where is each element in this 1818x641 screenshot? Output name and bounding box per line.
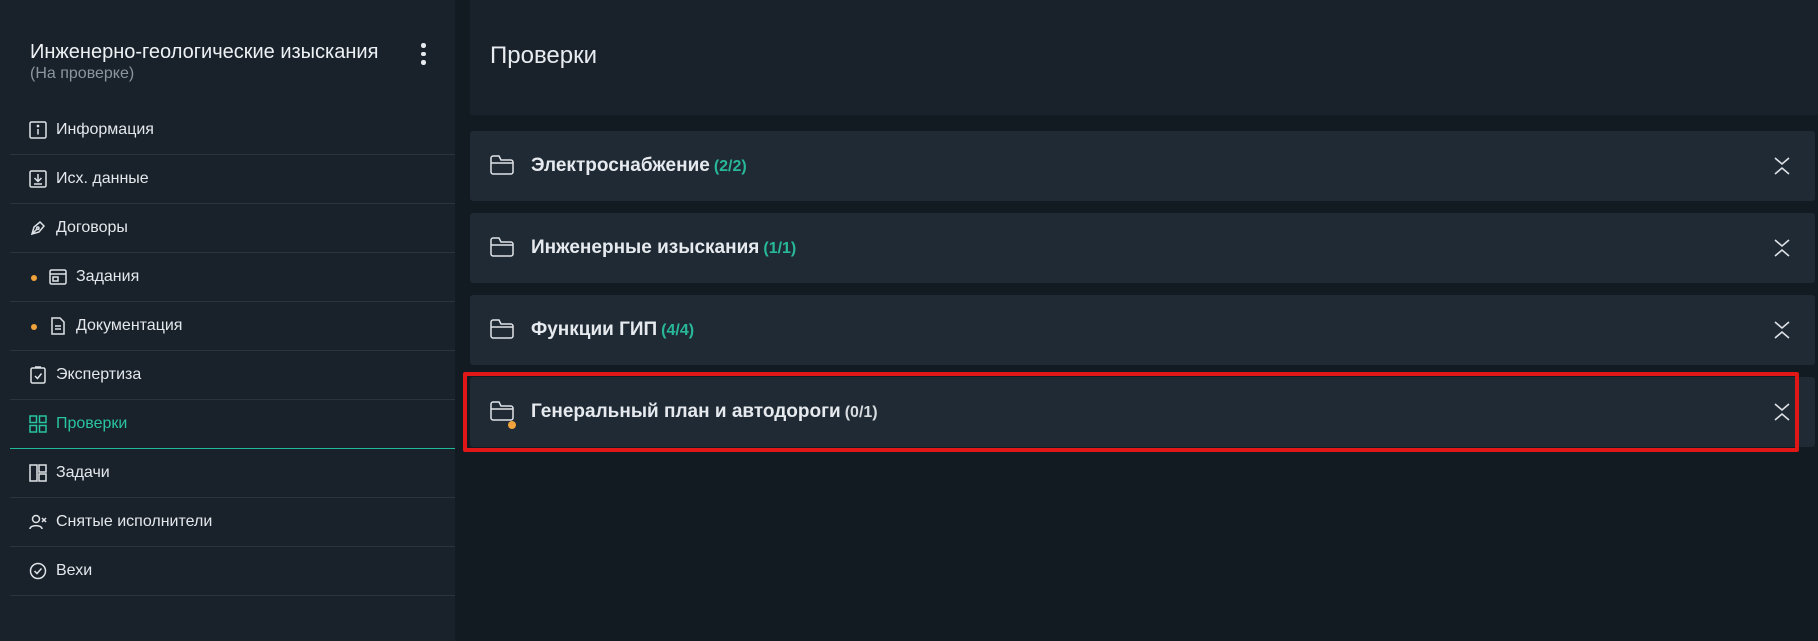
folder-icon [490,319,514,339]
collapse-toggle-icon[interactable] [1772,401,1792,423]
group-title: Генеральный план и автодороги (0/1) [531,401,878,423]
document-icon [49,317,67,335]
sidebar-item-label: Документация [76,317,183,334]
kebab-vertical-icon[interactable] [413,42,433,66]
status-dot [31,275,37,281]
sidebar-item-contracts[interactable]: Договоры [10,204,455,253]
sidebar-item-label: Исх. данные [56,170,149,187]
sidebar-item-label: Информация [56,121,154,138]
info-icon [29,121,47,139]
project-title: Инженерно-геологические изыскания [30,41,379,63]
status-dot [508,421,516,429]
kanban-icon [29,464,47,482]
collapse-toggle-icon[interactable] [1772,237,1792,259]
sidebar-item-label: Экспертиза [56,366,142,383]
sidebar-item-documentation[interactable]: Документация [10,302,455,351]
folder-icon [490,237,514,257]
sidebar-item-removed-executors[interactable]: Снятые исполнители [10,498,455,547]
group-count: (1/1) [763,240,797,257]
sidebar-item-checks[interactable]: Проверки [10,400,455,449]
group-title-text: Генеральный план и автодороги [531,401,841,422]
group-title-text: Функции ГИП [531,319,658,340]
sidebar-item-info[interactable]: Информация [10,106,455,155]
sidebar-item-label: Договоры [56,219,128,236]
status-dot [31,324,37,330]
sidebar-item-label: Задания [76,268,140,285]
group-count: (0/1) [844,404,878,421]
check-group-gip-functions[interactable]: Функции ГИП (4/4) [470,295,1815,365]
group-title: Функции ГИП (4/4) [531,319,694,341]
grid-icon [29,415,47,433]
group-title: Инженерные изыскания (1/1) [531,237,796,259]
page-title: Проверки [490,42,598,69]
sidebar-item-expertise[interactable]: Экспертиза [10,351,455,400]
sidebar: Инженерно-геологические изыскания (На пр… [0,0,455,641]
sidebar-nav: Информация Исх. данные Договоры Задания … [10,106,455,596]
app-root: Инженерно-геологические изыскания (На пр… [0,0,1818,641]
sidebar-item-tasks[interactable]: Задачи [10,449,455,498]
sidebar-item-label: Снятые исполнители [56,513,213,530]
user-remove-icon [29,513,47,531]
check-group-power-supply[interactable]: Электроснабжение (2/2) [470,131,1815,201]
page-header: Проверки [470,0,1818,115]
pen-nib-icon [29,219,47,237]
sidebar-item-label: Вехи [56,562,93,579]
clipboard-check-icon [29,366,47,384]
collapse-toggle-icon[interactable] [1772,319,1792,341]
folder-icon [490,155,514,175]
sidebar-item-source-data[interactable]: Исх. данные [10,155,455,204]
group-count: (4/4) [661,322,695,339]
sidebar-item-tasks-assignments[interactable]: Задания [10,253,455,302]
group-title-text: Электроснабжение [531,155,710,176]
check-group-general-plan-roads[interactable]: Генеральный план и автодороги (0/1) [470,377,1815,447]
group-title-text: Инженерные изыскания [531,237,760,258]
download-box-icon [29,170,47,188]
project-header: Инженерно-геологические изыскания (На пр… [30,40,440,84]
window-icon [49,268,67,286]
group-count: (2/2) [713,158,747,175]
sidebar-item-milestones[interactable]: Вехи [10,547,455,596]
collapse-toggle-icon[interactable] [1772,155,1792,177]
group-title: Электроснабжение (2/2) [531,155,747,177]
folder-icon [490,401,514,421]
check-group-engineering-surveys[interactable]: Инженерные изыскания (1/1) [470,213,1815,283]
project-status: (На проверке) [30,65,135,82]
sidebar-item-label: Задачи [56,464,110,481]
check-circle-icon [29,562,47,580]
sidebar-item-label: Проверки [56,415,128,432]
